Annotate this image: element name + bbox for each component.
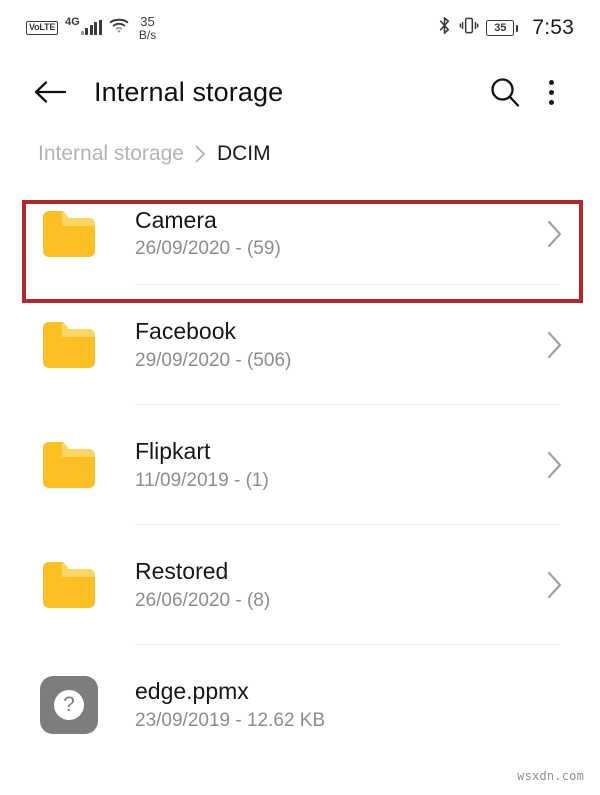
status-bar-right: 35 7:53	[437, 16, 574, 40]
search-button[interactable]	[482, 69, 528, 115]
signal-bars-icon	[80, 20, 102, 36]
list-item-text: Camera 26/09/2020 - (59)	[135, 208, 546, 259]
data-rate-indicator: 35 B/s	[139, 15, 156, 41]
clock: 7:53	[532, 16, 574, 39]
file-manager-screen: VoLTE 4G 35 B/s 35 7:53 Internal storage…	[0, 0, 600, 795]
list-item-meta: 26/06/2020 - (8)	[135, 589, 271, 611]
chevron-right-icon[interactable]	[546, 330, 564, 360]
breadcrumb-item-current[interactable]: DCIM	[217, 142, 271, 166]
list-item[interactable]: ? edge.ppmx 23/09/2019 - 12.62 KB	[0, 645, 600, 765]
list-item-name: Camera	[135, 206, 217, 233]
chevron-right-icon[interactable]	[546, 450, 564, 480]
chevron-right-icon[interactable]	[546, 570, 564, 600]
status-bar: VoLTE 4G 35 B/s 35 7:53	[0, 0, 600, 56]
app-bar: Internal storage	[0, 56, 600, 128]
list-item-name: edge.ppmx	[135, 678, 249, 705]
back-button[interactable]	[28, 70, 72, 114]
unknown-file-icon: ?	[38, 674, 100, 736]
volte-icon: VoLTE	[26, 20, 59, 35]
wifi-icon	[109, 17, 129, 38]
page-title: Internal storage	[94, 76, 284, 107]
list-item[interactable]: Restored 26/06/2020 - (8)	[0, 525, 600, 645]
data-rate-value: 35	[140, 13, 155, 29]
cellular-signal-icon: 4G	[65, 16, 102, 36]
battery-icon: 35	[486, 20, 519, 36]
list-item-text: edge.ppmx 23/09/2019 - 12.62 KB	[135, 679, 574, 730]
battery-level-label: 35	[494, 21, 507, 34]
list-item-name: Flipkart	[135, 438, 211, 465]
list-item-meta: 23/09/2019 - 12.62 KB	[135, 709, 326, 731]
list-item-name: Facebook	[135, 318, 237, 345]
breadcrumb: Internal storage DCIM	[0, 128, 600, 182]
list-item-meta: 11/09/2019 - (1)	[135, 469, 269, 491]
search-icon	[491, 78, 520, 107]
question-mark-icon: ?	[54, 690, 84, 720]
data-rate-unit: B/s	[138, 27, 157, 42]
chevron-right-icon	[195, 145, 205, 163]
more-vertical-icon	[548, 79, 554, 105]
list-item-name: Restored	[135, 558, 229, 585]
watermark: wsxdn.com	[517, 769, 584, 783]
breadcrumb-item-root[interactable]: Internal storage	[38, 142, 184, 166]
folder-icon	[38, 554, 100, 616]
folder-icon	[38, 314, 100, 376]
status-bar-left: VoLTE 4G 35 B/s	[26, 15, 156, 41]
list-item-meta: 26/09/2020 - (59)	[135, 238, 281, 260]
list-item-text: Flipkart 11/09/2019 - (1)	[135, 439, 546, 490]
network-type-label: 4G	[65, 16, 80, 29]
list-item[interactable]: Camera 26/09/2020 - (59)	[0, 182, 600, 285]
list-item-text: Facebook 29/09/2020 - (506)	[135, 319, 546, 370]
list-item[interactable]: Facebook 29/09/2020 - (506)	[0, 285, 600, 405]
file-list: Camera 26/09/2020 - (59) Facebook 29/09/…	[0, 182, 600, 765]
chevron-right-icon[interactable]	[546, 219, 564, 249]
list-item-meta: 29/09/2020 - (506)	[135, 349, 292, 371]
overflow-menu-button[interactable]	[528, 69, 574, 115]
bluetooth-icon	[437, 16, 452, 40]
list-item-text: Restored 26/06/2020 - (8)	[135, 559, 546, 610]
folder-icon	[38, 434, 100, 496]
arrow-left-icon	[34, 81, 67, 103]
vibrate-icon	[459, 16, 479, 40]
folder-icon	[38, 203, 100, 265]
list-item[interactable]: Flipkart 11/09/2019 - (1)	[0, 405, 600, 525]
